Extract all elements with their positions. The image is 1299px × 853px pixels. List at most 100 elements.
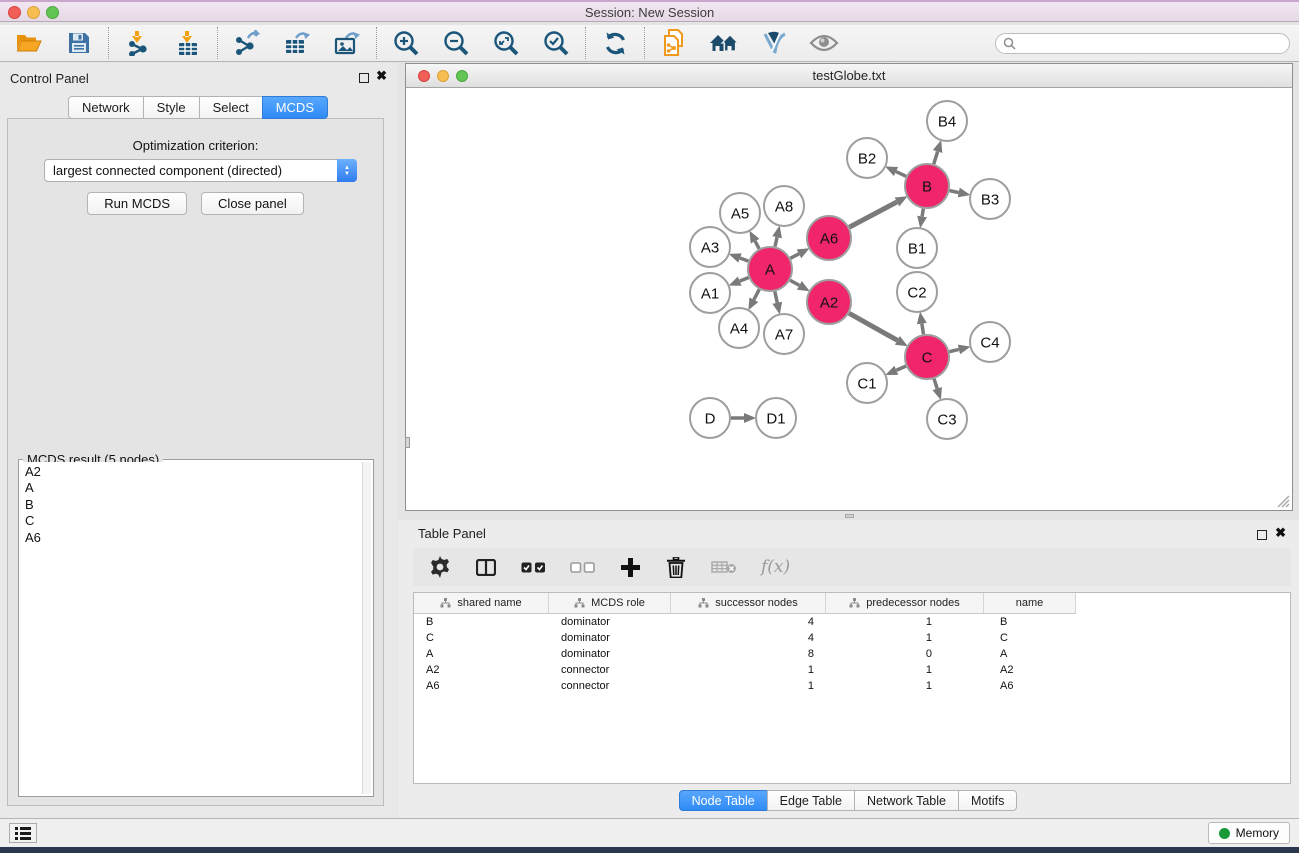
column-header[interactable]: MCDS role	[549, 593, 671, 614]
window-edge-handle[interactable]	[405, 437, 410, 448]
graph-node-A[interactable]: A	[748, 247, 792, 291]
run-mcds-button[interactable]: Run MCDS	[87, 192, 187, 215]
zoom-selected-button[interactable]	[541, 28, 571, 58]
save-session-button[interactable]	[64, 28, 94, 58]
graph-node-B[interactable]: B	[905, 164, 949, 208]
tab-style[interactable]: Style	[143, 96, 200, 119]
graph-node-B1[interactable]: B1	[897, 228, 937, 268]
export-image-button[interactable]	[332, 28, 362, 58]
tab-edge-table[interactable]: Edge Table	[767, 790, 855, 811]
graph-edge-A-A8[interactable]	[775, 237, 777, 246]
close-table-panel-icon[interactable]: ✖	[1275, 525, 1286, 541]
result-list-scrollbar[interactable]	[362, 462, 371, 794]
graph-edge-C-C2[interactable]	[922, 324, 924, 335]
splitter-grab-handle[interactable]	[845, 514, 854, 518]
result-list-item[interactable]: A6	[25, 530, 361, 546]
table-row[interactable]: Adominator80A	[414, 646, 1290, 662]
network-canvas[interactable]: B4B2BB3A8A5A6A3B1AA1C2A2A4A7C4CC1C3DD1	[406, 88, 1292, 510]
result-list-item[interactable]: B	[25, 497, 361, 513]
network-window-titlebar[interactable]: testGlobe.txt	[406, 64, 1292, 88]
graph-node-A1[interactable]: A1	[690, 273, 730, 313]
zoom-out-button[interactable]	[441, 28, 471, 58]
table-row[interactable]: Cdominator41C	[414, 630, 1290, 646]
graph-node-A2[interactable]: A2	[807, 280, 851, 324]
task-history-button[interactable]	[9, 823, 37, 843]
function-builder-button[interactable]: f(x)	[761, 554, 790, 580]
graph-edge-A-A2[interactable]	[790, 280, 799, 285]
close-panel-button[interactable]: Close panel	[201, 192, 304, 215]
graph-edge-A6-B[interactable]	[849, 202, 897, 227]
delete-table-button[interactable]	[711, 554, 737, 580]
import-network-button[interactable]	[123, 28, 153, 58]
open-session-button[interactable]	[14, 28, 44, 58]
graph-node-C2[interactable]: C2	[897, 272, 937, 312]
vizmapper-button[interactable]	[759, 28, 789, 58]
import-table-button[interactable]	[173, 28, 203, 58]
float-panel-icon[interactable]	[359, 73, 369, 83]
create-new-column-button[interactable]	[619, 554, 641, 580]
graph-edge-C-C1[interactable]	[896, 366, 906, 370]
graph-node-A7[interactable]: A7	[764, 314, 804, 354]
export-network-button[interactable]	[232, 28, 262, 58]
column-header[interactable]: successor nodes	[671, 593, 826, 614]
delete-columns-button[interactable]	[665, 554, 687, 580]
float-table-panel-icon[interactable]	[1257, 530, 1267, 540]
tab-network-table[interactable]: Network Table	[854, 790, 959, 811]
graph-edge-A-A3[interactable]	[740, 258, 748, 261]
graph-node-D1[interactable]: D1	[756, 398, 796, 438]
graph-edge-A-A7[interactable]	[775, 291, 777, 302]
graph-edge-B-B4[interactable]	[934, 152, 938, 164]
graph-edge-C-C3[interactable]	[934, 379, 937, 389]
graph-edge-A-A4[interactable]	[754, 289, 759, 299]
show-hide-graphics-button[interactable]	[809, 28, 839, 58]
graph-edge-B-B3[interactable]	[950, 191, 959, 193]
table-row[interactable]: Bdominator41B	[414, 614, 1290, 630]
graph-node-A5[interactable]: A5	[720, 193, 760, 233]
tab-network[interactable]: Network	[68, 96, 144, 119]
result-list-item[interactable]: C	[25, 513, 361, 529]
tab-motifs[interactable]: Motifs	[958, 790, 1017, 811]
search-input[interactable]	[995, 33, 1290, 54]
graph-edge-B-B2[interactable]	[896, 172, 906, 177]
column-header[interactable]: name	[984, 593, 1076, 614]
column-header[interactable]: shared name	[414, 593, 549, 614]
refresh-layout-button[interactable]	[600, 28, 630, 58]
new-network-from-selection-button[interactable]	[659, 28, 689, 58]
column-header[interactable]: predecessor nodes	[826, 593, 984, 614]
graph-edge-A-A5[interactable]	[755, 241, 759, 249]
graph-node-A4[interactable]: A4	[719, 308, 759, 348]
zoom-in-button[interactable]	[391, 28, 421, 58]
unselect-all-columns-button[interactable]	[570, 554, 595, 580]
zoom-fit-button[interactable]	[491, 28, 521, 58]
graph-node-A8[interactable]: A8	[764, 186, 804, 226]
graph-node-A3[interactable]: A3	[690, 227, 730, 267]
graph-edge-A2-C[interactable]	[849, 313, 897, 340]
result-list-item[interactable]: A	[25, 480, 361, 496]
optimization-criterion-select[interactable]: largest connected component (directed) ▲…	[44, 159, 357, 182]
graph-edge-B-B1[interactable]	[922, 209, 923, 217]
graph-node-C4[interactable]: C4	[970, 322, 1010, 362]
home-button[interactable]	[709, 28, 739, 58]
graph-node-B3[interactable]: B3	[970, 179, 1010, 219]
graph-node-B4[interactable]: B4	[927, 101, 967, 141]
table-row[interactable]: A2connector11A2	[414, 662, 1290, 678]
graph-edge-A-A1[interactable]	[740, 278, 749, 282]
graph-node-A6[interactable]: A6	[807, 216, 851, 260]
export-table-button[interactable]	[282, 28, 312, 58]
tab-node-table[interactable]: Node Table	[679, 790, 768, 811]
graph-node-C3[interactable]: C3	[927, 399, 967, 439]
graph-node-D[interactable]: D	[690, 398, 730, 438]
graph-node-C1[interactable]: C1	[847, 363, 887, 403]
tab-select[interactable]: Select	[199, 96, 263, 119]
table-options-gear-button[interactable]	[429, 554, 451, 580]
show-column-panel-button[interactable]	[475, 554, 497, 580]
close-panel-icon[interactable]: ✖	[376, 68, 387, 84]
table-row[interactable]: A6connector11A6	[414, 678, 1290, 694]
horizontal-splitter[interactable]	[398, 511, 1299, 520]
window-resize-grip[interactable]	[1274, 492, 1290, 508]
graph-node-C[interactable]: C	[905, 335, 949, 379]
select-all-columns-button[interactable]	[521, 554, 546, 580]
graph-edge-A-A6[interactable]	[790, 254, 799, 258]
result-list-item[interactable]: A2	[25, 464, 361, 480]
memory-button[interactable]: Memory	[1208, 822, 1290, 844]
